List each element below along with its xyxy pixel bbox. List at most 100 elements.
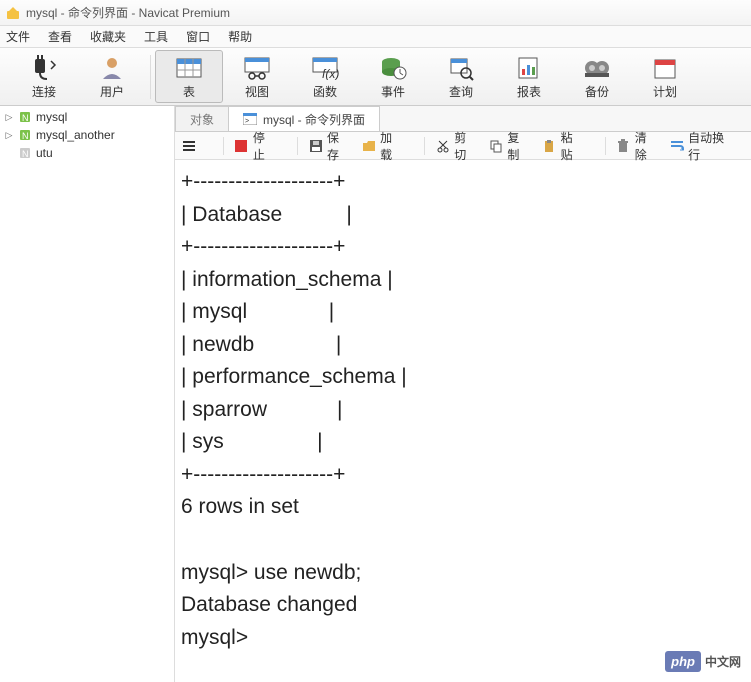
database-icon-inactive: N — [18, 146, 32, 160]
query-icon — [446, 53, 476, 83]
app-icon — [6, 6, 20, 20]
toolbar-function-label: 函数 — [313, 83, 337, 100]
sep — [223, 137, 224, 155]
tab-cli[interactable]: > mysql - 命令列界面 — [228, 106, 380, 131]
content-area: 对象 > mysql - 命令列界面 停止 保存 加载 剪切 复制 — [175, 106, 751, 682]
svg-text:f(x): f(x) — [322, 67, 339, 80]
copy-label: 复制 — [507, 129, 529, 163]
toolbar-report-label: 报表 — [517, 83, 541, 100]
toolbar-connect-label: 连接 — [32, 83, 56, 100]
database-icon: N — [18, 128, 32, 142]
toolbar-schedule-label: 计划 — [653, 83, 677, 100]
console-output[interactable]: +--------------------+ | Database | +---… — [175, 160, 751, 682]
toolbar-backup-label: 备份 — [585, 83, 609, 100]
tab-objects[interactable]: 对象 — [175, 106, 229, 131]
toolbar-backup[interactable]: 备份 — [563, 50, 631, 103]
backup-icon — [582, 53, 612, 83]
sidebar-item-mysql[interactable]: ▷ N mysql — [0, 108, 174, 126]
clear-label: 清除 — [635, 129, 657, 163]
php-logo: php — [665, 651, 701, 672]
copy-icon — [489, 138, 504, 154]
cut-label: 剪切 — [454, 129, 476, 163]
window-title: mysql - 命令列界面 - Navicat Premium — [26, 4, 230, 21]
toolbar-event[interactable]: 事件 — [359, 50, 427, 103]
load-label: 加载 — [380, 129, 402, 163]
stop-icon — [234, 138, 249, 154]
expand-icon[interactable]: ▷ — [4, 112, 14, 123]
hamburger-icon — [181, 138, 197, 154]
wrap-icon — [669, 138, 684, 154]
svg-text:N: N — [22, 149, 29, 159]
sidebar-item-label: mysql_another — [36, 128, 115, 142]
load-button[interactable]: 加载 — [361, 129, 402, 163]
toolbar-function[interactable]: f(x) 函数 — [291, 50, 359, 103]
sidebar-item-mysql-another[interactable]: ▷ N mysql_another — [0, 126, 174, 144]
main-area: ▷ N mysql ▷ N mysql_another N utu 对象 > m… — [0, 106, 751, 682]
toolbar-view-label: 视图 — [245, 83, 269, 100]
schedule-icon — [650, 53, 680, 83]
paste-button[interactable]: 粘贴 — [542, 129, 583, 163]
sep — [424, 137, 425, 155]
copy-button[interactable]: 复制 — [489, 129, 530, 163]
paste-icon — [542, 138, 557, 154]
svg-text:N: N — [22, 113, 29, 123]
sub-toolbar: 停止 保存 加载 剪切 复制 粘贴 清除 自动换行 — [175, 132, 751, 160]
toolbar-report[interactable]: 报表 — [495, 50, 563, 103]
folder-icon — [361, 138, 376, 154]
watermark: php 中文网 — [665, 651, 741, 672]
menu-window[interactable]: 窗口 — [186, 28, 210, 45]
paste-label: 粘贴 — [561, 129, 583, 163]
wrap-button[interactable]: 自动换行 — [669, 129, 733, 163]
stop-button[interactable]: 停止 — [234, 129, 275, 163]
toolbar-user-label: 用户 — [100, 83, 124, 100]
sep — [297, 137, 298, 155]
toolbar-query-label: 查询 — [449, 83, 473, 100]
save-icon — [308, 138, 323, 154]
menu-bar: 文件 查看 收藏夹 工具 窗口 帮助 — [0, 26, 751, 48]
expand-icon[interactable]: ▷ — [4, 130, 14, 141]
menu-help[interactable]: 帮助 — [228, 28, 252, 45]
svg-text:>: > — [245, 118, 249, 125]
function-icon: f(x) — [310, 53, 340, 83]
sidebar: ▷ N mysql ▷ N mysql_another N utu — [0, 106, 175, 682]
menu-favorites[interactable]: 收藏夹 — [90, 28, 126, 45]
sidebar-item-utu[interactable]: N utu — [0, 144, 174, 162]
event-icon — [378, 53, 408, 83]
report-icon — [514, 53, 544, 83]
sidebar-item-label: mysql — [36, 110, 67, 124]
toolbar-schedule[interactable]: 计划 — [631, 50, 699, 103]
toolbar-view[interactable]: 视图 — [223, 50, 291, 103]
title-bar: mysql - 命令列界面 - Navicat Premium — [0, 0, 751, 26]
tab-label: 对象 — [190, 111, 214, 128]
stop-label: 停止 — [253, 129, 275, 163]
toolbar-table[interactable]: 表 — [155, 50, 223, 103]
main-toolbar: 连接 用户 表 视图 f(x) 函数 事件 查询 报表 备份 计划 — [0, 48, 751, 106]
toolbar-table-label: 表 — [183, 83, 195, 100]
menu-view[interactable]: 查看 — [48, 28, 72, 45]
menu-tools[interactable]: 工具 — [144, 28, 168, 45]
toolbar-query[interactable]: 查询 — [427, 50, 495, 103]
database-icon: N — [18, 110, 32, 124]
plug-icon — [29, 53, 59, 83]
hamburger-button[interactable] — [181, 138, 201, 154]
sep — [605, 137, 606, 155]
clear-button[interactable]: 清除 — [616, 129, 657, 163]
save-label: 保存 — [327, 129, 349, 163]
menu-file[interactable]: 文件 — [6, 28, 30, 45]
scissors-icon — [435, 138, 450, 154]
tab-label: mysql - 命令列界面 — [263, 111, 365, 128]
cli-icon: > — [243, 113, 257, 125]
toolbar-event-label: 事件 — [381, 83, 405, 100]
svg-text:N: N — [22, 131, 29, 141]
view-icon — [242, 53, 272, 83]
trash-icon — [616, 138, 631, 154]
sidebar-item-label: utu — [36, 146, 53, 160]
table-icon — [174, 53, 204, 83]
user-icon — [98, 53, 126, 83]
toolbar-user[interactable]: 用户 — [78, 50, 146, 103]
toolbar-sep — [150, 55, 151, 99]
save-button[interactable]: 保存 — [308, 129, 349, 163]
cut-button[interactable]: 剪切 — [435, 129, 476, 163]
toolbar-connect[interactable]: 连接 — [10, 50, 78, 103]
wrap-label: 自动换行 — [688, 129, 733, 163]
